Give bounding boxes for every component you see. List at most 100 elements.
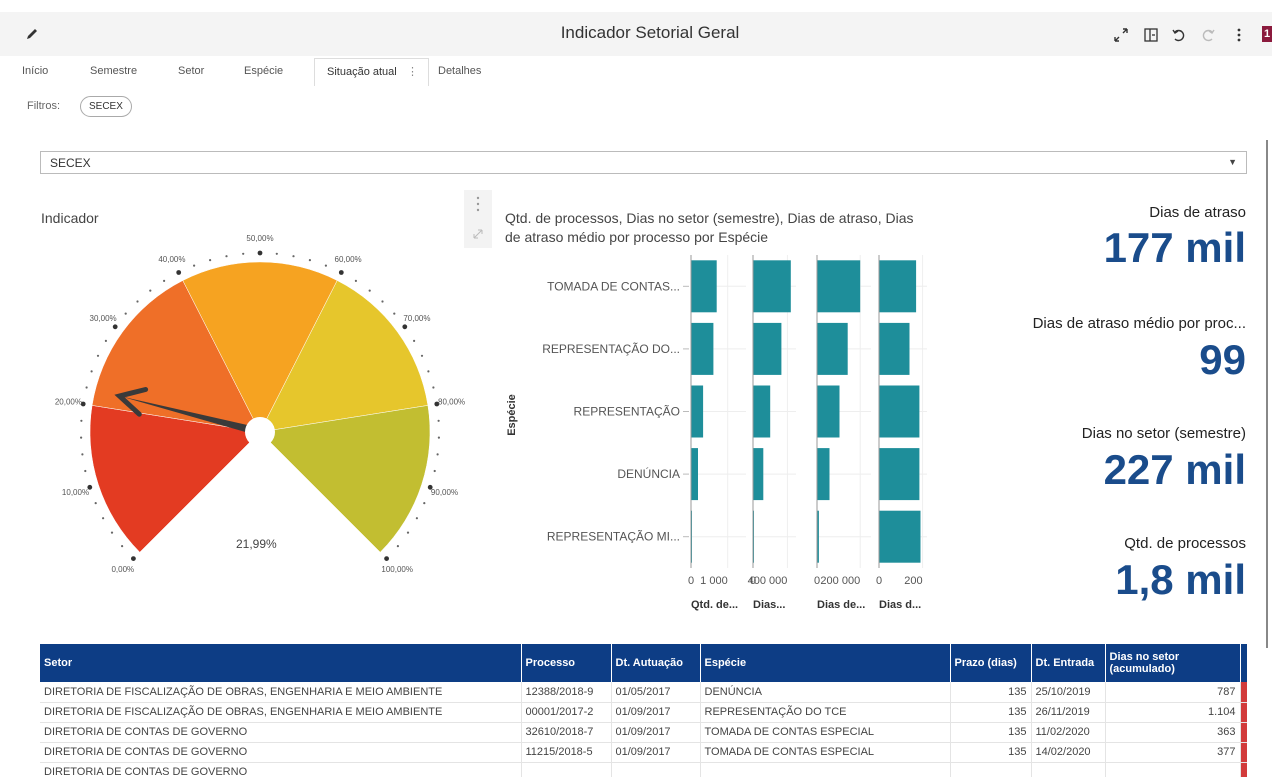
- bar[interactable]: [753, 260, 791, 313]
- kpi-qtd-processos-label: Qtd. de processos: [1124, 535, 1246, 552]
- kpi-dias-atraso-medio-value: 99: [1199, 336, 1246, 383]
- more-vertical-icon[interactable]: [1230, 26, 1248, 44]
- table-row[interactable]: DIRETORIA DE CONTAS DE GOVERNO 11215/2018…: [40, 742, 1247, 763]
- table-row[interactable]: DIRETORIA DE CONTAS DE GOVERNO: [40, 762, 1247, 777]
- column-header-especie[interactable]: Espécie: [700, 644, 951, 682]
- column-header-setor[interactable]: Setor: [40, 644, 522, 682]
- tab-inicio[interactable]: Início: [22, 58, 48, 86]
- app-header: Indicador Setorial Geral 1: [0, 12, 1272, 56]
- bar[interactable]: [817, 385, 840, 438]
- bar[interactable]: [817, 322, 848, 375]
- bar[interactable]: [817, 260, 861, 313]
- tab-situacao-atual[interactable]: Situação atual ⋮: [314, 58, 429, 86]
- bar[interactable]: [691, 385, 704, 438]
- gauge-minor-tick: [85, 386, 88, 389]
- table-cell: 12388/2018-9: [521, 682, 612, 703]
- column-header-dt-entrada[interactable]: Dt. Entrada: [1031, 644, 1106, 682]
- gauge-minor-tick: [225, 255, 228, 258]
- gauge-minor-tick: [406, 531, 410, 534]
- table-row[interactable]: DIRETORIA DE FISCALIZAÇÃO DE OBRAS, ENGE…: [40, 682, 1247, 703]
- bar[interactable]: [879, 260, 917, 313]
- gauge-minor-tick: [420, 354, 424, 357]
- table-cell: [521, 762, 612, 777]
- gauge-minor-tick: [80, 419, 83, 422]
- bar[interactable]: [879, 385, 920, 438]
- notification-badge[interactable]: 1: [1262, 26, 1272, 42]
- gauge-minor-tick: [193, 264, 196, 267]
- table-cell: [1031, 762, 1106, 777]
- bar[interactable]: [753, 385, 771, 438]
- gauge-minor-tick: [149, 289, 152, 292]
- kpi-dias-atraso-value: 177 mil: [1103, 224, 1246, 271]
- bar[interactable]: [691, 260, 717, 313]
- tab-detalhes[interactable]: Detalhes: [438, 58, 481, 86]
- column-header-spacer: [1240, 644, 1248, 682]
- tab-semestre[interactable]: Semestre: [90, 58, 137, 86]
- undo-icon[interactable]: [1170, 26, 1188, 44]
- chart-menu[interactable]: [464, 190, 492, 248]
- page-scrollbar[interactable]: [1266, 140, 1268, 648]
- bar-chart-ylabel: Espécie: [506, 394, 518, 436]
- tab-setor[interactable]: Setor: [178, 58, 204, 86]
- table-cell: 01/09/2017: [611, 722, 701, 743]
- bar-category-label: REPRESENTAÇÃO MI...: [547, 530, 680, 544]
- table-cell: 135: [950, 702, 1032, 723]
- gauge-minor-tick: [209, 259, 212, 262]
- tab-bar: Início Semestre Setor Espécie Situação a…: [0, 58, 1272, 86]
- processos-table: Setor Processo Dt. Autuação Espécie Praz…: [40, 644, 1248, 777]
- table-cell: 377: [1105, 742, 1241, 763]
- gauge-minor-tick: [104, 339, 107, 342]
- bar[interactable]: [691, 448, 698, 501]
- gauge-minor-tick: [436, 453, 439, 456]
- table-cell: TOMADA DE CONTAS ESPECIAL: [700, 722, 951, 743]
- tab-especie[interactable]: Espécie: [244, 58, 283, 86]
- column-header-processo[interactable]: Processo: [521, 644, 612, 682]
- bar-chart-title: Qtd. de processos, Dias no setor (semest…: [505, 210, 914, 245]
- column-header-dt-autuacao[interactable]: Dt. Autuação: [611, 644, 701, 682]
- table-cell: 11/02/2020: [1031, 722, 1106, 743]
- kpi-dias-atraso-medio-label: Dias de atraso médio por proc...: [1032, 315, 1246, 332]
- bar-category-label: DENÚNCIA: [617, 466, 680, 481]
- gauge-major-tick: [176, 270, 182, 275]
- bar-panel-label: Dias de...: [817, 599, 865, 611]
- expand-icon[interactable]: [1112, 26, 1130, 44]
- tab-menu-icon[interactable]: ⋮: [407, 59, 418, 85]
- bar[interactable]: [879, 448, 920, 501]
- bar[interactable]: [753, 322, 782, 375]
- gauge-tick-label: 40,00%: [158, 255, 185, 264]
- gauge-minor-tick: [413, 339, 416, 342]
- column-header-prazo[interactable]: Prazo (dias): [950, 644, 1032, 682]
- gauge-minor-tick: [90, 370, 93, 373]
- table-cell: 26/11/2019: [1031, 702, 1106, 723]
- table-cell: TOMADA DE CONTAS ESPECIAL: [700, 742, 951, 763]
- row-status-marker: [1240, 702, 1247, 723]
- redo-icon[interactable]: [1199, 26, 1217, 44]
- bar[interactable]: [691, 322, 714, 375]
- gauge-major-tick: [338, 270, 344, 275]
- table-cell: DIRETORIA DE FISCALIZAÇÃO DE OBRAS, ENGE…: [40, 702, 522, 723]
- gauge-tick-label: 0,00%: [111, 565, 134, 574]
- gauge-minor-tick: [121, 545, 124, 548]
- table-row[interactable]: DIRETORIA DE FISCALIZAÇÃO DE OBRAS, ENGE…: [40, 702, 1247, 723]
- table-cell: 135: [950, 722, 1032, 743]
- bar[interactable]: [817, 448, 830, 501]
- table-cell: DENÚNCIA: [700, 682, 951, 703]
- bar[interactable]: [753, 448, 764, 501]
- column-header-dias-no-setor[interactable]: Dias no setor (acumulado): [1105, 644, 1241, 682]
- gauge-minor-tick: [381, 300, 384, 303]
- gauge-minor-tick: [94, 502, 97, 505]
- bar[interactable]: [879, 510, 921, 563]
- gauge-tick-label: 10,00%: [62, 488, 89, 497]
- bar[interactable]: [879, 322, 910, 375]
- table-cell: DIRETORIA DE CONTAS DE GOVERNO: [40, 722, 522, 743]
- filter-chip[interactable]: SECEX: [80, 96, 132, 117]
- gauge-tick-label: 60,00%: [335, 255, 362, 264]
- bar-tick-label: 0: [814, 575, 820, 587]
- table-row[interactable]: DIRETORIA DE CONTAS DE GOVERNO 32610/2018…: [40, 722, 1247, 743]
- dropdown-arrow-icon: ▼: [1228, 157, 1237, 167]
- table-cell: 01/09/2017: [611, 702, 701, 723]
- split-view-icon[interactable]: [1142, 26, 1160, 44]
- setor-select[interactable]: SECEX ▼: [40, 151, 1247, 174]
- gauge-minor-tick: [96, 354, 100, 357]
- gauge-minor-tick: [437, 436, 440, 439]
